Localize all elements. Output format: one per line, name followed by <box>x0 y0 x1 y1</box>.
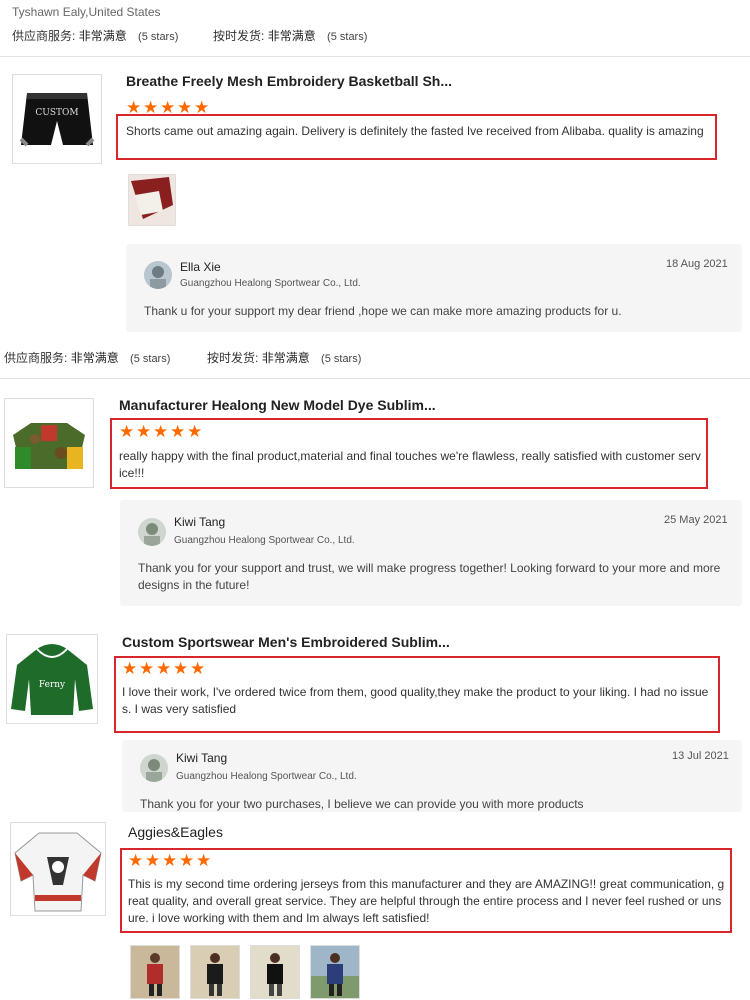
review-text: This is my second time ordering jerseys … <box>128 877 725 925</box>
reply-date: 13 Jul 2021 <box>672 750 729 762</box>
review-photo[interactable] <box>130 945 180 999</box>
svg-text:CUSTOM: CUSTOM <box>35 108 78 118</box>
reply-date: 25 May 2021 <box>664 514 728 526</box>
star-icon: ★ <box>177 98 193 117</box>
reply-author: Kiwi Tang <box>174 515 226 529</box>
photo-image <box>131 946 179 998</box>
photo-image <box>251 946 299 998</box>
reply-text: Thank you for your two purchases, I beli… <box>140 797 584 811</box>
avatar-image <box>144 261 172 289</box>
star-icon: ★ <box>126 98 142 117</box>
supplier-service-value: 非常满意 <box>78 29 127 43</box>
reply-author: Kiwi Tang <box>176 751 228 765</box>
star-icon: ★ <box>160 98 176 117</box>
reviewer-location: Tyshawn Ealy,United States <box>12 5 161 19</box>
svg-text:Ferny: Ferny <box>39 680 66 690</box>
supplier-service-stars: (5 stars) <box>130 353 171 365</box>
reply-author: Ella Xie <box>180 260 221 274</box>
review-text: I love their work, I've ordered twice fr… <box>122 685 709 716</box>
divider <box>0 378 750 379</box>
ontime-stars: (5 stars) <box>321 353 362 365</box>
ontime-rating: 按时发货: 非常满意 (5 stars) <box>207 349 361 366</box>
jacket-image: Ferny <box>11 644 93 715</box>
product-title[interactable]: Manufacturer Healong New Model Dye Subli… <box>119 397 436 413</box>
ontime-rating: 按时发货: 非常满意 (5 stars) <box>213 27 367 44</box>
ontime-value: 非常满意 <box>261 351 310 365</box>
supplier-service-label: 供应商服务: <box>4 351 68 365</box>
product-thumbnail[interactable]: Ferny <box>6 634 98 724</box>
avatar <box>138 518 166 546</box>
supplier-service-value: 非常满意 <box>70 351 119 365</box>
photo-image <box>311 946 359 998</box>
supplier-service-label: 供应商服务: <box>12 29 76 43</box>
reply-date: 18 Aug 2021 <box>666 258 728 270</box>
reply-text: Thank you for your support and trust, we… <box>138 561 721 592</box>
product-thumbnail[interactable] <box>4 398 94 488</box>
avatar <box>140 754 168 782</box>
product-title[interactable]: Breathe Freely Mesh Embroidery Basketbal… <box>126 73 452 89</box>
reply-company: Guangzhou Healong Sportwear Co., Ltd. <box>174 535 355 546</box>
reply-text: Thank u for your support my dear friend … <box>144 304 622 318</box>
supplier-service-rating: 供应商服务: 非常满意 (5 stars) <box>4 349 170 366</box>
reply-company: Guangzhou Healong Sportwear Co., Ltd. <box>176 771 357 782</box>
photo-image <box>129 175 175 225</box>
star-icon: ★ <box>143 98 159 117</box>
product-thumbnail[interactable] <box>10 822 106 916</box>
supplier-service-rating: 供应商服务: 非常满意 (5 stars) <box>12 27 178 44</box>
photo-image <box>191 946 239 998</box>
reviewer-name: Aggies&Eagles <box>128 824 223 840</box>
avatar <box>144 261 172 289</box>
ontime-stars: (5 stars) <box>327 31 368 43</box>
review-text: really happy with the final product,mate… <box>119 449 701 480</box>
ontime-value: 非常满意 <box>267 29 316 43</box>
review-text: Shorts came out amazing again. Delivery … <box>126 124 704 138</box>
star-rating: ★ ★ ★ ★ ★ <box>126 98 210 117</box>
jersey-image <box>13 423 85 469</box>
avatar-image <box>138 518 166 546</box>
star-icon: ★ <box>194 98 210 117</box>
supplier-service-stars: (5 stars) <box>138 31 179 43</box>
ontime-label: 按时发货: <box>207 351 259 365</box>
avatar-image <box>140 754 168 782</box>
review-photo[interactable] <box>190 945 240 999</box>
review-photo[interactable] <box>128 174 176 226</box>
product-thumbnail[interactable]: CUSTOM <box>12 74 102 164</box>
shorts-image: CUSTOM <box>19 93 95 147</box>
review-photo[interactable] <box>250 945 300 999</box>
divider <box>0 56 750 57</box>
reply-company: Guangzhou Healong Sportwear Co., Ltd. <box>180 278 361 289</box>
hockey-jersey-image <box>14 832 102 912</box>
product-title[interactable]: Custom Sportswear Men's Embroidered Subl… <box>122 634 450 650</box>
review-photo[interactable] <box>310 945 360 999</box>
ontime-label: 按时发货: <box>213 29 265 43</box>
